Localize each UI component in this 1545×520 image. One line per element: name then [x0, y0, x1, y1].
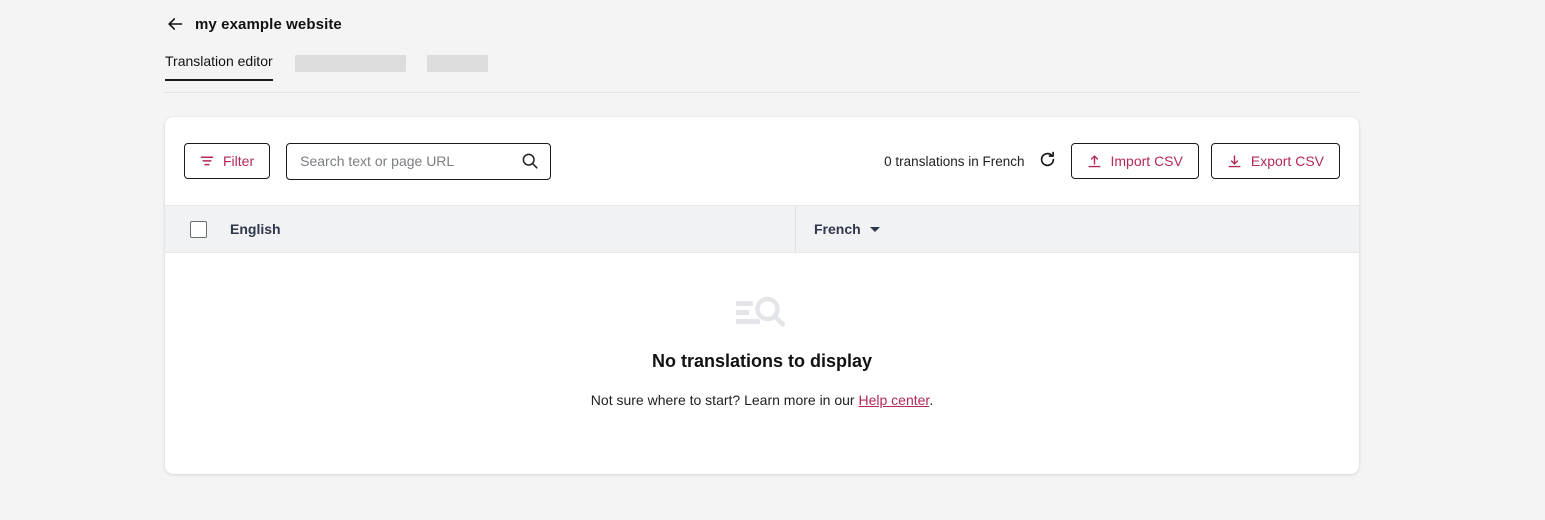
chevron-down-icon [869, 226, 880, 232]
empty-state: No translations to display Not sure wher… [165, 253, 1359, 474]
column-header-french[interactable]: French [795, 206, 1359, 252]
empty-state-subtitle: Not sure where to start? Learn more in o… [591, 392, 933, 408]
refresh-button[interactable] [1037, 150, 1059, 172]
filter-icon [200, 154, 214, 168]
table-header-row: English French [165, 205, 1359, 253]
empty-state-title: No translations to display [651, 351, 873, 371]
tab-placeholder-1 [294, 55, 406, 72]
refresh-icon [1038, 150, 1057, 172]
tab-bar: Translation editor [165, 52, 1360, 93]
select-all-cell [165, 220, 230, 238]
import-csv-label: Import CSV [1110, 153, 1183, 169]
export-csv-label: Export CSV [1250, 153, 1324, 169]
import-csv-button[interactable]: Import CSV [1070, 143, 1199, 179]
empty-state-subtitle-prefix: Not sure where to start? Learn more in o… [590, 392, 859, 408]
select-all-checkbox[interactable] [190, 220, 207, 238]
search-icon[interactable] [521, 152, 539, 170]
filter-button[interactable]: Filter [184, 143, 271, 179]
search-input[interactable] [286, 142, 552, 180]
upload-icon [1087, 154, 1102, 169]
help-center-link[interactable]: Help center [858, 392, 929, 408]
tab-translation-editor[interactable]: Translation editor [165, 52, 273, 81]
tab-placeholder-2 [426, 55, 488, 72]
download-icon [1227, 154, 1242, 169]
toolbar-right-group: 0 translations in French Import CSV Expo… [884, 143, 1340, 179]
list-search-icon [734, 293, 790, 333]
column-header-french-label: French [814, 221, 861, 237]
empty-state-subtitle-suffix: . [929, 392, 934, 408]
translation-editor-page: my example website Translation editor Fi… [0, 0, 1545, 520]
translations-card: Filter 0 translations in French [165, 117, 1359, 474]
column-header-english: English [230, 206, 795, 252]
page-title: my example website [195, 15, 342, 33]
filter-label: Filter [223, 153, 255, 169]
arrow-left-icon[interactable] [165, 14, 185, 34]
toolbar: Filter 0 translations in French [165, 117, 1359, 205]
page-header: my example website [165, 14, 342, 34]
export-csv-button[interactable]: Export CSV [1210, 143, 1340, 179]
column-header-english-label: English [230, 221, 281, 237]
search-box [286, 142, 552, 180]
toolbar-left-group: Filter [184, 142, 552, 180]
translations-count: 0 translations in French [884, 153, 1025, 169]
